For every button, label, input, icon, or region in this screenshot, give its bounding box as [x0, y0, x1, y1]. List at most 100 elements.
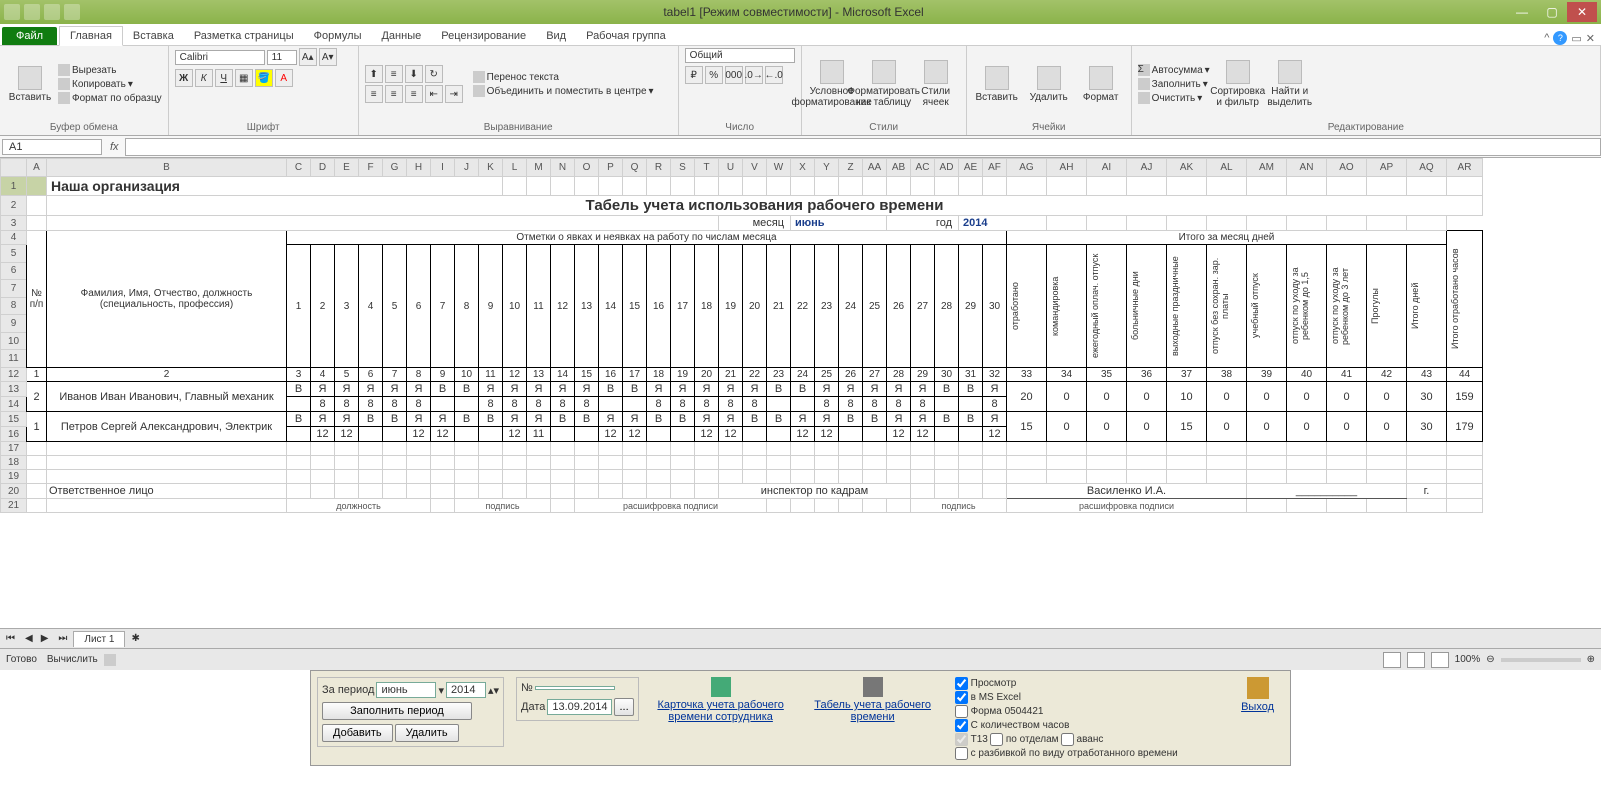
- col-header[interactable]: AL: [1207, 159, 1247, 177]
- header-num[interactable]: 15: [575, 368, 599, 382]
- cell-mark[interactable]: Я: [527, 412, 551, 427]
- cell-mark[interactable]: Я: [863, 382, 887, 397]
- cell-mark[interactable]: Я: [575, 382, 599, 397]
- header-total-col[interactable]: Итого дней: [1407, 245, 1447, 368]
- cell[interactable]: [863, 470, 887, 484]
- cell[interactable]: [1287, 499, 1327, 513]
- cell-mark[interactable]: Я: [383, 382, 407, 397]
- cell[interactable]: [695, 484, 719, 499]
- cell-np[interactable]: 2: [27, 382, 47, 412]
- cell[interactable]: [839, 499, 863, 513]
- header-total-col[interactable]: командировка: [1047, 245, 1087, 368]
- ribbon-minimize-icon[interactable]: ^: [1544, 32, 1549, 44]
- cell[interactable]: [791, 177, 815, 196]
- currency-icon[interactable]: ₽: [685, 66, 703, 84]
- row-header[interactable]: 8: [1, 297, 27, 315]
- cell[interactable]: [575, 456, 599, 470]
- cell-mark[interactable]: Я: [839, 382, 863, 397]
- select-all-cell[interactable]: [1, 159, 27, 177]
- cell[interactable]: [311, 484, 335, 499]
- cell-hours[interactable]: 8: [383, 397, 407, 412]
- header-np[interactable]: № п/п: [27, 231, 47, 368]
- cell[interactable]: [959, 442, 983, 456]
- cell[interactable]: [1247, 442, 1287, 456]
- cell-fio[interactable]: Иванов Иван Иванович, Главный механик: [47, 382, 287, 412]
- tab-layout[interactable]: Разметка страницы: [184, 27, 304, 45]
- cell[interactable]: [1327, 177, 1367, 196]
- cell[interactable]: [455, 442, 479, 456]
- cell-hours[interactable]: [383, 427, 407, 442]
- cell[interactable]: [383, 484, 407, 499]
- cell[interactable]: [551, 484, 575, 499]
- cell[interactable]: [551, 470, 575, 484]
- find-select-button[interactable]: Найти и выделить: [1266, 60, 1314, 108]
- col-header[interactable]: Z: [839, 159, 863, 177]
- cell[interactable]: [647, 470, 671, 484]
- header-day[interactable]: 29: [959, 245, 983, 368]
- row-header[interactable]: 11: [1, 350, 27, 368]
- col-header[interactable]: G: [383, 159, 407, 177]
- header-day[interactable]: 17: [671, 245, 695, 368]
- cell-mark[interactable]: Я: [983, 382, 1007, 397]
- cell-hours[interactable]: 12: [335, 427, 359, 442]
- cell[interactable]: [671, 484, 695, 499]
- header-total-col[interactable]: отпуск без сохран. зар. платы: [1207, 245, 1247, 368]
- cell[interactable]: [671, 177, 695, 196]
- cell[interactable]: [935, 442, 959, 456]
- cell-hours[interactable]: [431, 397, 455, 412]
- cell-hours[interactable]: 12: [983, 427, 1007, 442]
- cell[interactable]: [1087, 177, 1127, 196]
- cell-hours[interactable]: [647, 427, 671, 442]
- cell[interactable]: [1367, 470, 1407, 484]
- cell[interactable]: [1287, 216, 1327, 231]
- cell[interactable]: [1247, 499, 1287, 513]
- header-num[interactable]: 30: [935, 368, 959, 382]
- cell-mark[interactable]: В: [935, 382, 959, 397]
- cell-mark[interactable]: В: [431, 382, 455, 397]
- cell-total[interactable]: 20: [1007, 382, 1047, 412]
- nav-first-icon[interactable]: ⏮: [0, 633, 21, 644]
- cell-total[interactable]: 0: [1327, 412, 1367, 442]
- header-total-month[interactable]: Итого за месяц дней: [1007, 231, 1447, 245]
- fill-button[interactable]: Заполнить ▾: [1138, 78, 1210, 90]
- nav-prev-icon[interactable]: ◀: [21, 633, 37, 644]
- col-header[interactable]: X: [791, 159, 815, 177]
- cell-mark[interactable]: Я: [695, 412, 719, 427]
- cell[interactable]: [1087, 442, 1127, 456]
- header-num[interactable]: 33: [1007, 368, 1047, 382]
- tab-workgroup[interactable]: Рабочая группа: [576, 27, 676, 45]
- header-day[interactable]: 22: [791, 245, 815, 368]
- cell-total[interactable]: 15: [1007, 412, 1047, 442]
- period-month-select[interactable]: июнь: [376, 682, 436, 698]
- header-num[interactable]: 29: [911, 368, 935, 382]
- cell[interactable]: [1167, 456, 1207, 470]
- delete-cells-button[interactable]: Удалить: [1025, 66, 1073, 103]
- cell[interactable]: [1167, 442, 1207, 456]
- cell-mark[interactable]: Я: [911, 412, 935, 427]
- cell[interactable]: [695, 456, 719, 470]
- cell[interactable]: [1247, 216, 1287, 231]
- cell-mark[interactable]: В: [575, 412, 599, 427]
- cell[interactable]: [1127, 216, 1167, 231]
- cell-total[interactable]: 0: [1207, 412, 1247, 442]
- cell[interactable]: [767, 456, 791, 470]
- cell[interactable]: [287, 484, 311, 499]
- cell[interactable]: [743, 177, 767, 196]
- cell-mark[interactable]: Я: [887, 382, 911, 397]
- header-day[interactable]: 27: [911, 245, 935, 368]
- cell-hours[interactable]: 8: [863, 397, 887, 412]
- cell-total[interactable]: 0: [1087, 382, 1127, 412]
- decrease-font-icon[interactable]: A▾: [319, 48, 337, 66]
- col-header[interactable]: B: [47, 159, 287, 177]
- col-header[interactable]: AA: [863, 159, 887, 177]
- cell[interactable]: [863, 499, 887, 513]
- cell[interactable]: [1087, 456, 1127, 470]
- cell[interactable]: [1287, 177, 1327, 196]
- cell-total[interactable]: 0: [1087, 412, 1127, 442]
- row-header[interactable]: 14: [1, 397, 27, 412]
- inspector-name[interactable]: Василенко И.А.: [1007, 484, 1247, 499]
- cell[interactable]: [911, 177, 935, 196]
- copy-button[interactable]: Копировать ▾: [58, 78, 162, 90]
- insert-cells-button[interactable]: Вставить: [973, 66, 1021, 103]
- header-day[interactable]: 2: [311, 245, 335, 368]
